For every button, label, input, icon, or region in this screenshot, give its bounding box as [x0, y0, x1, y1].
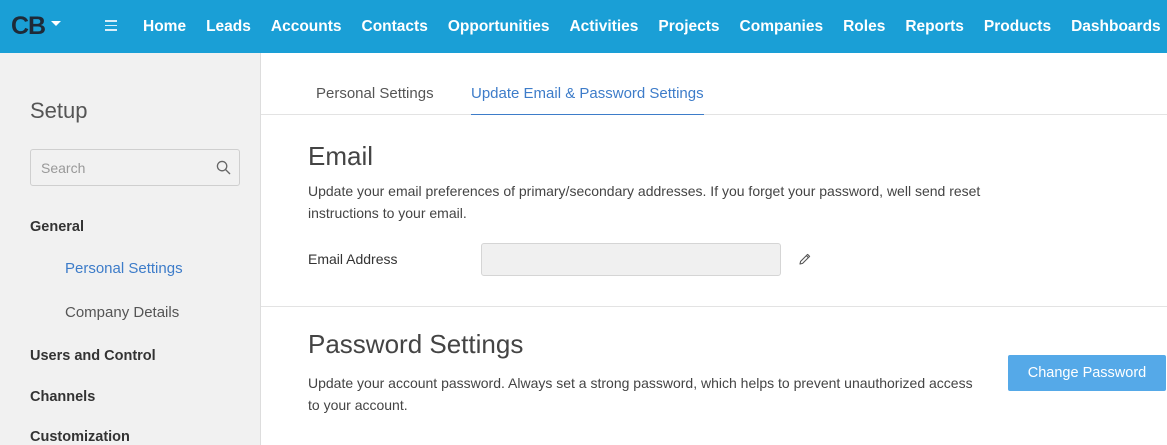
- nav-reports[interactable]: Reports: [895, 18, 974, 36]
- nav-roles[interactable]: Roles: [833, 18, 895, 36]
- sidebar-item-channels[interactable]: Channels: [30, 389, 95, 405]
- nav-activities[interactable]: Activities: [559, 18, 648, 36]
- tab-update-email-password[interactable]: Update Email & Password Settings: [471, 85, 704, 115]
- sidebar-search: [30, 149, 240, 186]
- password-section-title: Password Settings: [308, 329, 524, 359]
- nav-dashboards[interactable]: Dashboards: [1061, 18, 1167, 36]
- email-address-field[interactable]: [481, 243, 781, 276]
- sidebar-item-users-and-control[interactable]: Users and Control: [30, 348, 156, 364]
- pencil-edit-icon[interactable]: [798, 252, 812, 266]
- nav-home[interactable]: Home: [133, 18, 196, 36]
- sidebar-item-company-details[interactable]: Company Details: [65, 304, 179, 321]
- change-password-button[interactable]: Change Password: [1008, 355, 1166, 391]
- sidebar-title: Setup: [30, 98, 88, 123]
- caret-down-icon: [51, 21, 62, 26]
- nav-opportunities[interactable]: Opportunities: [438, 18, 560, 36]
- app-logo-menu[interactable]: CB: [11, 12, 62, 41]
- tab-personal-settings[interactable]: Personal Settings: [316, 85, 434, 114]
- search-input[interactable]: [31, 150, 211, 185]
- password-section-description: Update your account password. Always set…: [308, 375, 973, 413]
- sidebar-item-customization[interactable]: Customization: [30, 429, 130, 445]
- setup-sidebar: Setup General Personal Settings Company …: [0, 53, 261, 445]
- email-section-description: Update your email preferences of primary…: [308, 183, 981, 221]
- search-icon[interactable]: [216, 160, 231, 175]
- settings-tabs: Personal Settings Update Email & Passwor…: [261, 53, 1167, 115]
- email-address-label: Email Address: [308, 251, 398, 267]
- email-section-title: Email: [308, 141, 374, 171]
- password-section: Password Settings Update your account pa…: [261, 307, 1167, 445]
- nav-projects[interactable]: Projects: [648, 18, 729, 36]
- main-nav: Home Leads Accounts Contacts Opportuniti…: [133, 0, 1167, 53]
- nav-products[interactable]: Products: [974, 18, 1061, 36]
- sidebar-item-general[interactable]: General: [30, 219, 84, 235]
- nav-accounts[interactable]: Accounts: [261, 18, 352, 36]
- hamburger-menu-icon[interactable]: [105, 20, 117, 31]
- sidebar-item-personal-settings[interactable]: Personal Settings: [65, 260, 183, 277]
- app-logo: CB: [11, 12, 46, 40]
- email-section: Email Update your email preferences of p…: [261, 115, 1167, 307]
- nav-contacts[interactable]: Contacts: [352, 18, 438, 36]
- nav-leads[interactable]: Leads: [196, 18, 261, 36]
- top-navbar: CB Home Leads Accounts Contacts Opportun…: [0, 0, 1167, 53]
- nav-companies[interactable]: Companies: [730, 18, 834, 36]
